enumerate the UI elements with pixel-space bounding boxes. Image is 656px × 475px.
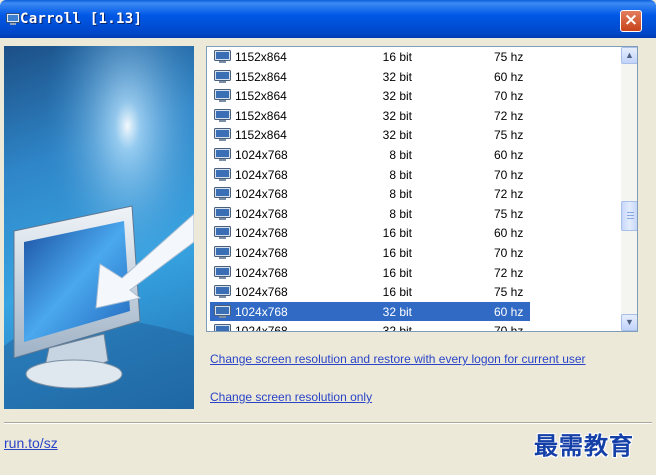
list-item[interactable]: 1024x768 32 bit 60 hz bbox=[210, 301, 530, 322]
color-depth-label: 8 bit bbox=[389, 206, 412, 221]
color-depth-label: 8 bit bbox=[389, 167, 412, 182]
color-depth-label: 16 bit bbox=[382, 285, 412, 300]
list-item[interactable]: 1024x768 16 bit 75 hz bbox=[210, 282, 530, 302]
monitor-icon bbox=[214, 147, 231, 161]
monitor-icon bbox=[214, 89, 231, 103]
resolution-label: 1024x768 bbox=[235, 304, 288, 319]
resolution-label: 1024x768 bbox=[235, 324, 288, 332]
banner-image bbox=[4, 46, 194, 409]
monitor-icon bbox=[214, 304, 231, 318]
color-depth-label: 16 bit bbox=[382, 50, 412, 64]
title-bar[interactable]: Carroll [1.13] × bbox=[0, 0, 656, 38]
chevron-up-icon: ▲ bbox=[625, 50, 634, 60]
color-depth-label: 32 bit bbox=[382, 128, 412, 143]
list-item[interactable]: 1152x864 32 bit 60 hz bbox=[210, 67, 530, 87]
scroll-thumb[interactable] bbox=[621, 201, 637, 231]
footer-link[interactable]: run.to/sz bbox=[4, 435, 58, 451]
list-item[interactable]: 1024x768 16 bit 60 hz bbox=[210, 223, 530, 243]
list-item[interactable]: 1024x768 8 bit 60 hz bbox=[210, 145, 530, 165]
list-item[interactable]: 1152x864 32 bit 70 hz bbox=[210, 86, 530, 106]
refresh-rate-label: 75 hz bbox=[494, 285, 524, 300]
resolution-list[interactable]: 1152x864 16 bit 75 hz 1152x864 32 bit 60 hz 11… bbox=[206, 46, 638, 332]
refresh-rate-label: 70 hz bbox=[494, 167, 524, 182]
monitor-icon bbox=[214, 206, 231, 220]
resolution-rows: 1152x864 16 bit 75 hz 1152x864 32 bit 60 hz 11… bbox=[210, 47, 621, 332]
close-button[interactable]: × bbox=[620, 10, 642, 32]
watermark-text: 最需教育 bbox=[534, 431, 634, 460]
scroll-up-button[interactable]: ▲ bbox=[621, 47, 637, 64]
color-depth-label: 16 bit bbox=[382, 265, 412, 280]
resolution-label: 1024x768 bbox=[235, 187, 288, 202]
color-depth-label: 32 bit bbox=[382, 304, 412, 319]
list-item[interactable]: 1024x768 16 bit 70 hz bbox=[210, 243, 530, 263]
list-item[interactable]: 1152x864 32 bit 75 hz bbox=[210, 125, 530, 145]
resolution-label: 1024x768 bbox=[235, 206, 288, 221]
list-item[interactable]: 1024x768 32 bit 70 hz bbox=[210, 321, 530, 332]
chevron-down-icon: ▼ bbox=[625, 317, 634, 327]
resolution-label: 1024x768 bbox=[235, 285, 288, 300]
monitor-icon bbox=[214, 50, 231, 63]
monitor-icon bbox=[214, 69, 231, 83]
monitor-icon bbox=[214, 245, 231, 259]
resolution-label: 1024x768 bbox=[235, 147, 288, 162]
monitor-icon bbox=[214, 108, 231, 122]
resolution-label: 1024x768 bbox=[235, 167, 288, 182]
color-depth-label: 16 bit bbox=[382, 226, 412, 241]
resolution-label: 1152x864 bbox=[235, 69, 287, 84]
refresh-rate-label: 60 hz bbox=[494, 226, 524, 241]
refresh-rate-label: 60 hz bbox=[494, 147, 524, 162]
list-item[interactable]: 1024x768 8 bit 75 hz bbox=[210, 204, 530, 224]
resolution-label: 1152x864 bbox=[235, 128, 287, 143]
list-item[interactable]: 1152x864 16 bit 75 hz bbox=[210, 47, 530, 67]
restore-every-logon-link[interactable]: Change screen resolution and restore wit… bbox=[210, 352, 586, 366]
refresh-rate-label: 75 hz bbox=[494, 206, 524, 221]
refresh-rate-label: 75 hz bbox=[494, 50, 524, 64]
color-depth-label: 16 bit bbox=[382, 245, 412, 260]
refresh-rate-label: 72 hz bbox=[494, 187, 524, 202]
refresh-rate-label: 70 hz bbox=[494, 89, 524, 104]
list-item[interactable]: 1024x768 8 bit 70 hz bbox=[210, 165, 530, 185]
refresh-rate-label: 70 hz bbox=[494, 245, 524, 260]
color-depth-label: 8 bit bbox=[389, 187, 412, 202]
refresh-rate-label: 75 hz bbox=[494, 128, 524, 143]
resolution-label: 1152x864 bbox=[235, 50, 287, 64]
monitor-icon bbox=[214, 324, 231, 331]
monitor-icon bbox=[214, 265, 231, 279]
resolution-label: 1152x864 bbox=[235, 108, 287, 123]
refresh-rate-label: 70 hz bbox=[494, 324, 524, 332]
scroll-down-button[interactable]: ▼ bbox=[621, 314, 637, 331]
list-item[interactable]: 1024x768 16 bit 72 hz bbox=[210, 263, 530, 283]
color-depth-label: 32 bit bbox=[382, 108, 412, 123]
color-depth-label: 32 bit bbox=[382, 69, 412, 84]
monitor-icon bbox=[6, 13, 20, 25]
color-depth-label: 32 bit bbox=[382, 89, 412, 104]
list-scrollbar[interactable]: ▲ ▼ bbox=[621, 47, 637, 331]
list-item[interactable]: 1152x864 32 bit 72 hz bbox=[210, 106, 530, 126]
resolution-label: 1024x768 bbox=[235, 265, 288, 280]
resolution-label: 1152x864 bbox=[235, 89, 287, 104]
divider bbox=[4, 422, 652, 424]
window-title: Carroll [1.13] bbox=[20, 11, 143, 27]
window-body: 1152x864 16 bit 75 hz 1152x864 32 bit 60 hz 11… bbox=[4, 38, 652, 475]
monitor-icon bbox=[214, 167, 231, 181]
list-item[interactable]: 1024x768 8 bit 72 hz bbox=[210, 184, 530, 204]
monitor-icon bbox=[214, 187, 231, 201]
color-depth-label: 32 bit bbox=[382, 324, 412, 332]
resolution-label: 1024x768 bbox=[235, 226, 288, 241]
change-resolution-only-link[interactable]: Change screen resolution only bbox=[210, 390, 372, 404]
monitor-icon bbox=[214, 226, 231, 240]
monitor-icon bbox=[214, 128, 231, 142]
color-depth-label: 8 bit bbox=[389, 147, 412, 162]
refresh-rate-label: 72 hz bbox=[494, 265, 524, 280]
resolution-label: 1024x768 bbox=[235, 245, 288, 260]
monitor-icon bbox=[214, 285, 231, 299]
refresh-rate-label: 60 hz bbox=[494, 69, 524, 84]
app-window: Carroll [1.13] × 1152x864 16 bit 75 hz 1… bbox=[0, 0, 656, 475]
refresh-rate-label: 60 hz bbox=[494, 304, 524, 319]
monitor-arrow-illustration bbox=[4, 46, 194, 409]
refresh-rate-label: 72 hz bbox=[494, 108, 524, 123]
